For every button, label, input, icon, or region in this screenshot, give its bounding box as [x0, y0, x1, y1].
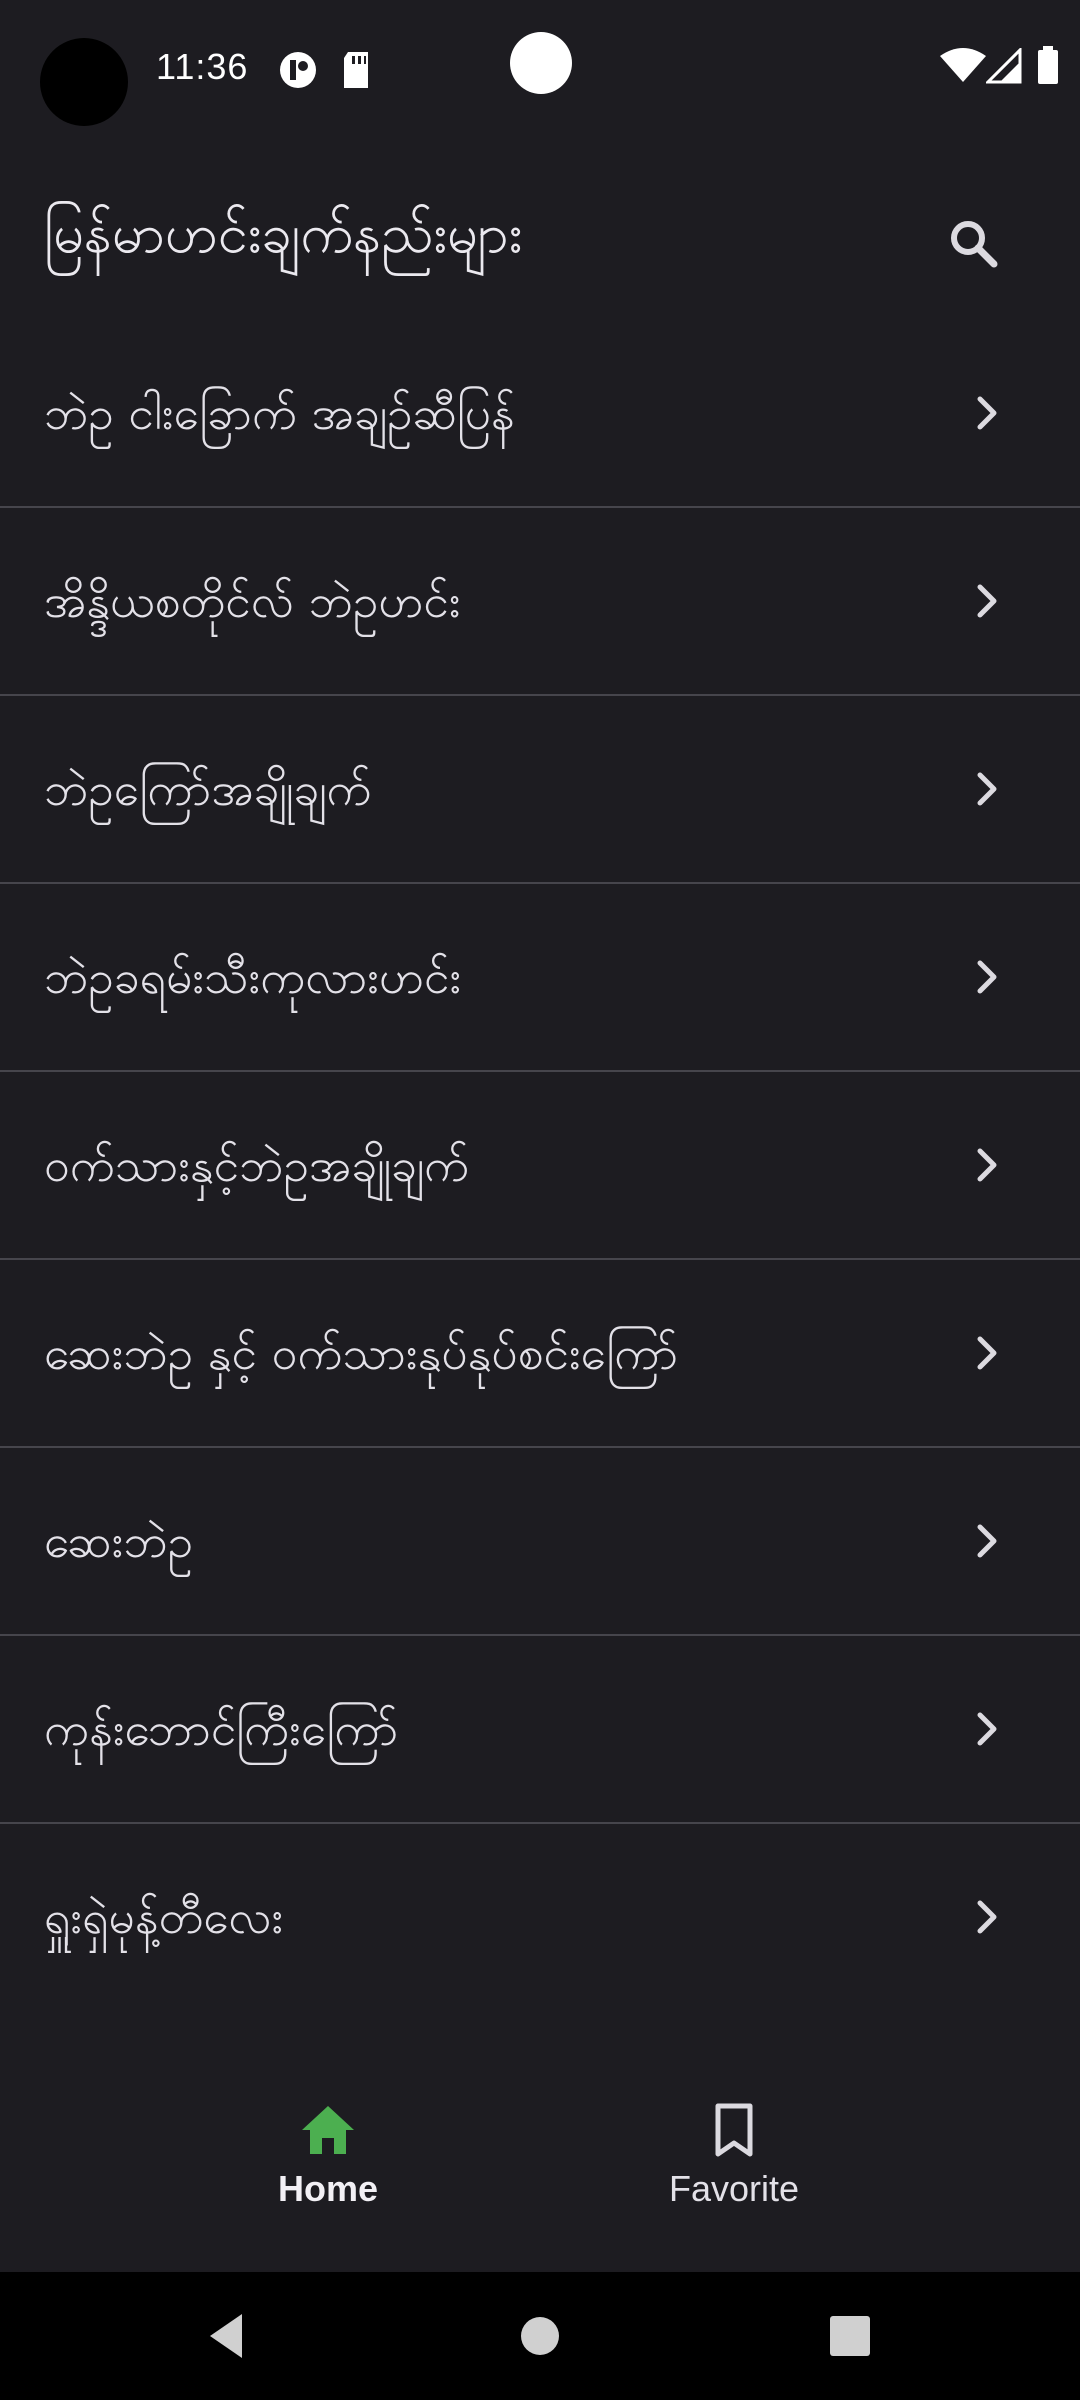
list-item[interactable]: ဘဲဥ ငါးခြောက် အချဉ်ဆီပြန် [0, 320, 1080, 508]
list-item[interactable]: အိန္ဒိယစတိုင်လ် ဘဲဥဟင်း [0, 508, 1080, 696]
list-item-label: အိန္ဒိယစတိုင်လ် ဘဲဥဟင်း [44, 574, 461, 628]
data-saver-icon [278, 50, 318, 94]
chevron-right-icon [977, 1148, 997, 1182]
chevron-right-icon [977, 960, 997, 994]
list-item-label: ဆေးဘဲဥ နှင့် ဝက်သားနုပ်နုပ်စင်းကြော် [44, 1326, 679, 1380]
chevron-right-icon [977, 1336, 997, 1370]
sd-card-icon [340, 50, 372, 94]
chevron-right-icon [977, 584, 997, 618]
search-icon [951, 221, 998, 268]
list-item-label: ဆေးဘဲဥ [44, 1514, 194, 1568]
camera-cutout [40, 38, 128, 126]
nav-home[interactable]: Home [178, 2100, 478, 2210]
chevron-right-icon [977, 772, 997, 806]
search-button[interactable] [940, 210, 1010, 280]
chevron-right-icon [977, 1712, 997, 1746]
wifi-icon [940, 48, 986, 88]
bottom-navigation: Home Favorite [0, 2040, 1080, 2270]
nav-favorite[interactable]: Favorite [584, 2100, 884, 2210]
list-item[interactable]: ဆေးဘဲဥ နှင့် ဝက်သားနုပ်နုပ်စင်းကြော် [0, 1260, 1080, 1448]
list-item[interactable]: ရှူးရှဲမုန့်တီလေး [0, 1824, 1080, 2012]
recents-icon[interactable] [820, 2306, 880, 2366]
home-circle-icon[interactable] [510, 2306, 570, 2366]
list-item-label: ဘဲဥ ငါးခြောက် အချဉ်ဆီပြန် [44, 386, 515, 440]
list-item[interactable]: ဘဲဥကြော်အချိုချက် [0, 696, 1080, 884]
list-item[interactable]: ဝက်သားနှင့်ဘဲဥအချိုချက် [0, 1072, 1080, 1260]
chevron-right-icon [977, 396, 997, 430]
recipe-list: ဘဲဥ ငါးခြောက် အချဉ်ဆီပြန် အိန္ဒိယစတိုင်လ… [0, 320, 1080, 2012]
list-item[interactable]: ဘဲဥခရမ်းသီးကုလားဟင်း [0, 884, 1080, 1072]
back-icon[interactable] [196, 2306, 256, 2366]
status-time: 11:36 [156, 46, 249, 87]
list-item-label: ကုန်းဘောင်ကြီးကြော် [44, 1702, 399, 1756]
system-navigation-bar [0, 2272, 1080, 2400]
status-bar: 11:36 [0, 0, 1080, 130]
nav-favorite-label: Favorite [668, 2168, 800, 2209]
app-bar: မြန်မာဟင်းချက်နည်းများ [0, 160, 1080, 320]
app-screen: 11:36 မြန်မာဟင်းချက်နည်းများ ဘဲဥ ငါးခြော… [0, 0, 1080, 2400]
list-item-label: ဘဲဥကြော်အချိုချက် [44, 762, 372, 816]
chevron-right-icon [977, 1900, 997, 1934]
bookmark-icon [715, 2103, 753, 2157]
cell-signal-icon [984, 46, 1022, 88]
page-title: မြန်မာဟင်းချက်နည်းများ [44, 202, 523, 265]
nav-home-label: Home [277, 2168, 379, 2209]
list-item-label: ဝက်သားနှင့်ဘဲဥအချိုချက် [44, 1138, 470, 1192]
list-item-label: ဘဲဥခရမ်းသီးကုလားဟင်း [44, 950, 462, 1004]
list-item-label: ရှူးရှဲမုန့်တီလေး [44, 1890, 284, 1944]
battery-icon [1036, 46, 1060, 90]
notification-dot [510, 32, 572, 94]
list-item[interactable]: ဆေးဘဲဥ [0, 1448, 1080, 1636]
list-item[interactable]: ကုန်းဘောင်ကြီးကြော် [0, 1636, 1080, 1824]
home-icon [302, 2106, 354, 2154]
chevron-right-icon [977, 1524, 997, 1558]
